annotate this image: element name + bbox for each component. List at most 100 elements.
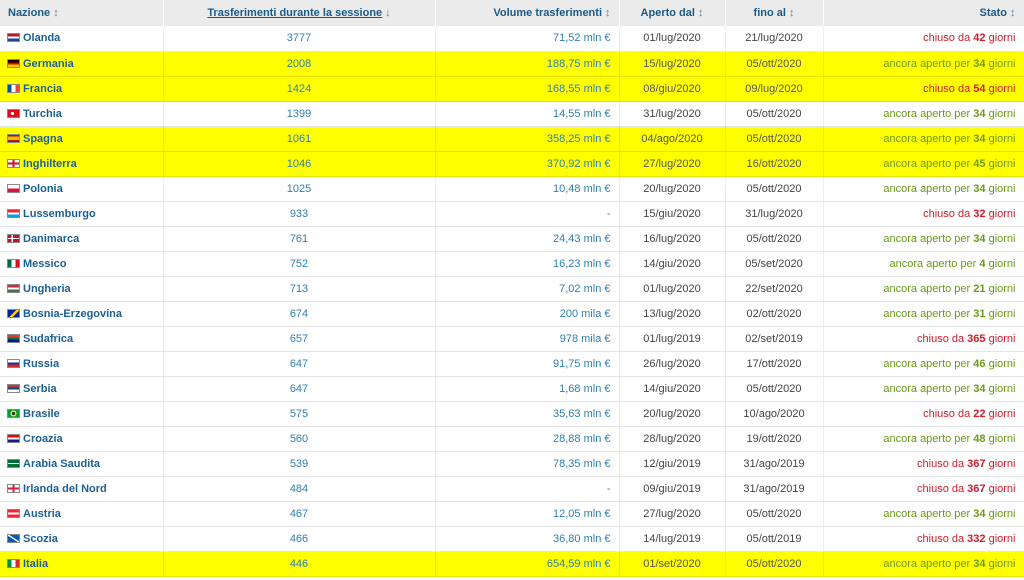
volume-cell: 370,92 mln € [435,151,620,177]
status-days: 34 [973,232,986,245]
status-prefix: ancora aperto per [883,307,971,320]
column-header-transfers[interactable]: Trasferimenti durante la sessione ↓ [163,0,436,26]
status-days: 34 [973,132,986,145]
nation-link[interactable]: Irlanda del Nord [23,483,107,495]
status-days-word: giorni [988,482,1016,495]
scotland-flag-icon [7,533,20,543]
transfers-cell[interactable]: 539 [163,451,436,477]
nation-link[interactable]: Arabia Saudita [23,458,100,470]
nation-link[interactable]: Germania [23,58,74,70]
open-from-cell: 08/giu/2020 [619,76,726,102]
nation-cell: Ungheria [0,276,164,302]
nation-cell: Italia [0,551,164,577]
transfers-cell[interactable]: 674 [163,301,436,327]
status-cell: ancora aperto per 45 giorni [823,151,1024,177]
transfers-cell[interactable]: 560 [163,426,436,452]
italy-flag-icon [7,558,20,568]
nation-link[interactable]: Messico [23,258,66,270]
nation-link[interactable]: Ungheria [23,283,71,295]
until-cell: 16/ott/2020 [725,151,824,177]
nation-link[interactable]: Francia [23,83,62,95]
column-header-open-from[interactable]: Aperto dal ↕ [619,0,726,26]
transfers-cell[interactable]: 657 [163,326,436,352]
nation-link[interactable]: Spagna [23,133,63,145]
sort-icon: ↕ [697,7,704,19]
transfers-cell[interactable]: 1025 [163,176,436,202]
transfers-cell[interactable]: 446 [163,551,436,577]
status-prefix: ancora aperto per [883,57,971,70]
nation-link[interactable]: Austria [23,508,61,520]
nation-cell: Polonia [0,176,164,202]
transfers-cell[interactable]: 647 [163,376,436,402]
nation-link[interactable]: Polonia [23,183,63,195]
transfers-cell[interactable]: 3777 [163,26,436,52]
transfers-cell[interactable]: 467 [163,501,436,527]
nation-link[interactable]: Italia [23,558,48,570]
status-prefix: chiuso da [917,332,965,345]
column-header-status[interactable]: Stato ↕ [823,0,1024,26]
status-days: 367 [967,482,986,495]
nation-link[interactable]: Olanda [23,32,60,44]
transfers-cell[interactable]: 647 [163,351,436,377]
transfers-cell[interactable]: 713 [163,276,436,302]
transfers-cell[interactable]: 1061 [163,126,436,152]
transfers-cell[interactable]: 1424 [163,76,436,102]
status-cell: chiuso da 367 giorni [823,476,1024,502]
nation-link[interactable]: Inghilterra [23,158,77,170]
status-days: 332 [967,532,986,545]
until-cell: 31/ago/2019 [725,476,824,502]
sort-descending-icon: ↓ [385,7,391,19]
status-cell: ancora aperto per 21 giorni [823,276,1024,302]
nation-link[interactable]: Sudafrica [23,333,73,345]
status-days-word: giorni [988,107,1016,120]
nation-link[interactable]: Danimarca [23,233,79,245]
status-days: 367 [967,457,986,470]
status-prefix: chiuso da [923,32,971,45]
open-from-cell: 13/lug/2020 [619,301,726,327]
status-cell: ancora aperto per 48 giorni [823,426,1024,452]
nation-link[interactable]: Turchia [23,108,62,120]
france-flag-icon [7,83,20,93]
transfers-cell[interactable]: 466 [163,526,436,552]
until-cell: 05/ott/2020 [725,101,824,127]
transfers-cell[interactable]: 752 [163,251,436,277]
transfers-cell[interactable]: 484 [163,476,436,502]
nation-link[interactable]: Brasile [23,408,60,420]
nation-link[interactable]: Russia [23,358,59,370]
sort-icon: ↕ [53,7,59,19]
nation-link[interactable]: Bosnia-Erzegovina [23,308,122,320]
table-row: Brasile 575 35,63 mln €20/lug/2020 10/ago/2… [0,401,1024,427]
nation-link[interactable]: Serbia [23,383,57,395]
status-prefix: ancora aperto per [883,132,971,145]
nation-link[interactable]: Lussemburgo [23,208,96,220]
column-header-until[interactable]: fino al ↕ [725,0,824,26]
column-header-volume[interactable]: Volume trasferimenti ↕ [435,0,620,26]
status-days: 48 [973,432,986,445]
status-cell: ancora aperto per 34 giorni [823,376,1024,402]
table-row: Sudafrica 657 978 mila €01/lug/2019 02/set/… [0,326,1024,352]
serbia-flag-icon [7,383,20,393]
status-cell: ancora aperto per 34 giorni [823,551,1024,577]
volume-cell: 7,02 mln € [435,276,620,302]
transfers-cell[interactable]: 1399 [163,101,436,127]
status-cell: ancora aperto per 34 giorni [823,226,1024,252]
transfers-cell[interactable]: 1046 [163,151,436,177]
open-from-cell: 15/giu/2020 [619,201,726,227]
volume-cell: - [435,201,620,227]
table-row: Serbia 647 1,68 mln €14/giu/2020 05/ott/202… [0,376,1024,402]
transfers-cell[interactable]: 575 [163,401,436,427]
transfers-cell[interactable]: 933 [163,201,436,227]
table-row: Irlanda del Nord 484-09/giu/2019 31/ago/20… [0,476,1024,502]
nation-link[interactable]: Croazia [23,433,63,445]
status-days-word: giorni [988,432,1016,445]
transfers-cell[interactable]: 2008 [163,51,436,77]
open-from-cell: 09/giu/2019 [619,476,726,502]
column-header-label: Volume trasferimenti [493,7,602,19]
nation-link[interactable]: Scozia [23,533,58,545]
open-from-cell: 28/lug/2020 [619,426,726,452]
nation-cell: Sudafrica [0,326,164,352]
status-cell: chiuso da 22 giorni [823,401,1024,427]
column-header-nation[interactable]: Nazione ↕ [0,0,164,26]
transfers-cell[interactable]: 761 [163,226,436,252]
table-row: Inghilterra 1046 370,92 mln €27/lug/2020 16… [0,151,1024,177]
